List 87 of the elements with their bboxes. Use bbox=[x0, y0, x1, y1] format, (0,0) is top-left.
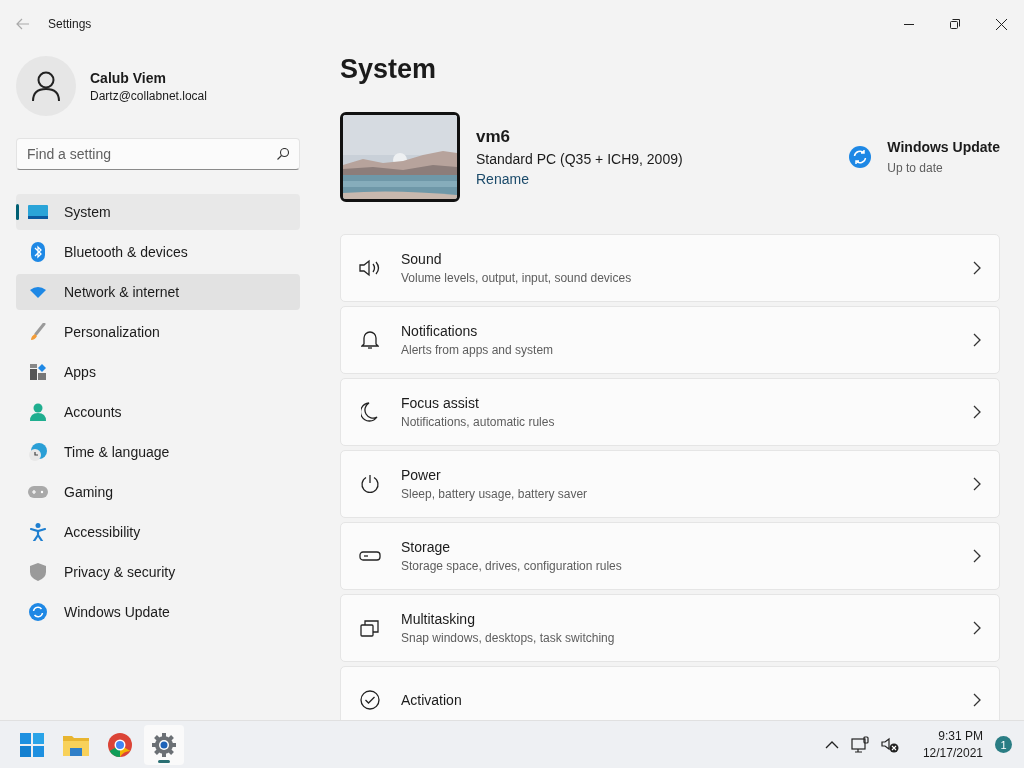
moon-icon bbox=[361, 402, 379, 422]
card-description: Notifications, automatic rules bbox=[401, 415, 556, 429]
window-title: Settings bbox=[48, 17, 93, 31]
person-icon bbox=[30, 403, 46, 421]
gear-icon bbox=[152, 732, 176, 757]
close-icon bbox=[995, 18, 1007, 30]
network-monitor-icon bbox=[850, 735, 869, 754]
card-title: Multitasking bbox=[401, 611, 476, 627]
card-description: Volume levels, output, input, sound devices bbox=[401, 271, 633, 285]
card-title: Power bbox=[401, 467, 442, 483]
start-icon bbox=[20, 732, 44, 757]
card-description: Storage space, drives, configuration rules bbox=[401, 559, 623, 573]
browser-icon bbox=[108, 732, 132, 757]
drive-icon bbox=[359, 551, 381, 561]
gamepad-icon bbox=[28, 486, 48, 498]
user-email: Dartz@collabnet.local bbox=[90, 88, 207, 103]
nav-item[interactable]: Accessibility bbox=[16, 514, 300, 550]
globe-clock-icon bbox=[29, 443, 47, 461]
search-field[interactable]: Find a setting bbox=[16, 138, 300, 170]
power-icon bbox=[360, 474, 380, 494]
back-arrow-icon bbox=[16, 18, 30, 30]
chevron-up-icon bbox=[824, 740, 839, 749]
settings-card[interactable]: Sound Volume levels, output, input, sound devices bbox=[340, 234, 1000, 302]
monitor-icon bbox=[28, 205, 48, 219]
chevron-right-icon bbox=[973, 477, 981, 491]
minimize-icon bbox=[904, 23, 914, 25]
card-title: Activation bbox=[401, 692, 463, 708]
apps-icon bbox=[30, 364, 46, 380]
nav-item[interactable]: Apps bbox=[16, 354, 300, 390]
speaker-icon bbox=[359, 259, 381, 277]
settings-card[interactable]: Focus assist Notifications, automatic rules bbox=[340, 378, 1000, 446]
settings-card[interactable]: Power Sleep, battery usage, battery saver bbox=[340, 450, 1000, 518]
chevron-right-icon bbox=[973, 621, 981, 635]
nav-item[interactable]: Personalization bbox=[16, 314, 300, 350]
chevron-right-icon bbox=[973, 549, 981, 563]
nav-item[interactable]: Windows Update bbox=[16, 594, 300, 630]
update-title: Windows Update bbox=[887, 139, 1000, 155]
nav-item[interactable]: Gaming bbox=[16, 474, 300, 510]
device-model: Standard PC (Q35 + ICH9, 2009) bbox=[476, 151, 684, 167]
nav-item[interactable]: Bluetooth & devices bbox=[16, 234, 300, 270]
card-title: Sound bbox=[401, 251, 443, 267]
sync-icon bbox=[29, 603, 47, 621]
bluetooth-icon bbox=[31, 242, 45, 262]
wifi-icon bbox=[29, 286, 47, 298]
settings-card[interactable]: Activation bbox=[340, 666, 1000, 720]
nav-item[interactable]: Accounts bbox=[16, 394, 300, 430]
folder-icon bbox=[63, 733, 89, 756]
clock-time[interactable]: 9:31 PM bbox=[938, 729, 983, 743]
accessibility-icon bbox=[30, 523, 46, 541]
page-title: System bbox=[340, 54, 438, 85]
restore-icon bbox=[950, 19, 960, 29]
update-icon bbox=[849, 146, 872, 168]
nav-item[interactable]: Network & internet bbox=[16, 274, 300, 310]
device-name: vm6 bbox=[476, 127, 512, 147]
card-title: Notifications bbox=[401, 323, 479, 339]
card-description: Sleep, battery usage, battery saver bbox=[401, 487, 589, 501]
bell-icon bbox=[361, 330, 379, 350]
person-outline-icon bbox=[32, 71, 60, 101]
user-name: Calub Viem bbox=[90, 69, 167, 86]
nav-item[interactable]: System bbox=[16, 194, 300, 230]
clock-date[interactable]: 12/17/2021 bbox=[922, 746, 983, 760]
taskbar-app[interactable] bbox=[144, 724, 184, 765]
settings-card[interactable]: Multitasking Snap windows, desktops, task switching bbox=[340, 594, 1000, 662]
network-tray[interactable] bbox=[850, 735, 869, 754]
chevron-right-icon bbox=[973, 261, 981, 275]
check-circle-icon bbox=[360, 690, 380, 710]
paintbrush-icon bbox=[30, 323, 46, 341]
card-description: Snap windows, desktops, task switching bbox=[401, 631, 616, 645]
card-title: Storage bbox=[401, 539, 452, 555]
search-icon bbox=[277, 148, 289, 160]
nav-item[interactable]: Time & language bbox=[16, 434, 300, 470]
card-description: Alerts from apps and system bbox=[401, 343, 555, 357]
settings-card[interactable]: Storage Storage space, drives, configuration rules bbox=[340, 522, 1000, 590]
chevron-right-icon bbox=[973, 693, 981, 707]
nav-item[interactable]: Privacy & security bbox=[16, 554, 300, 590]
shield-icon bbox=[30, 563, 46, 581]
card-title: Focus assist bbox=[401, 395, 480, 411]
rename-link[interactable]: Rename bbox=[476, 171, 850, 187]
notification-badge[interactable]: 1 bbox=[995, 736, 1012, 753]
windows-stack-icon bbox=[360, 618, 380, 638]
chevron-right-icon bbox=[973, 333, 981, 347]
tray-chevron[interactable] bbox=[824, 740, 839, 749]
update-status: Up to date bbox=[887, 161, 944, 175]
chevron-right-icon bbox=[973, 405, 981, 419]
speaker-muted-icon bbox=[880, 736, 899, 753]
settings-card[interactable]: Notifications Alerts from apps and system bbox=[340, 306, 1000, 374]
volume-tray[interactable] bbox=[880, 736, 899, 753]
